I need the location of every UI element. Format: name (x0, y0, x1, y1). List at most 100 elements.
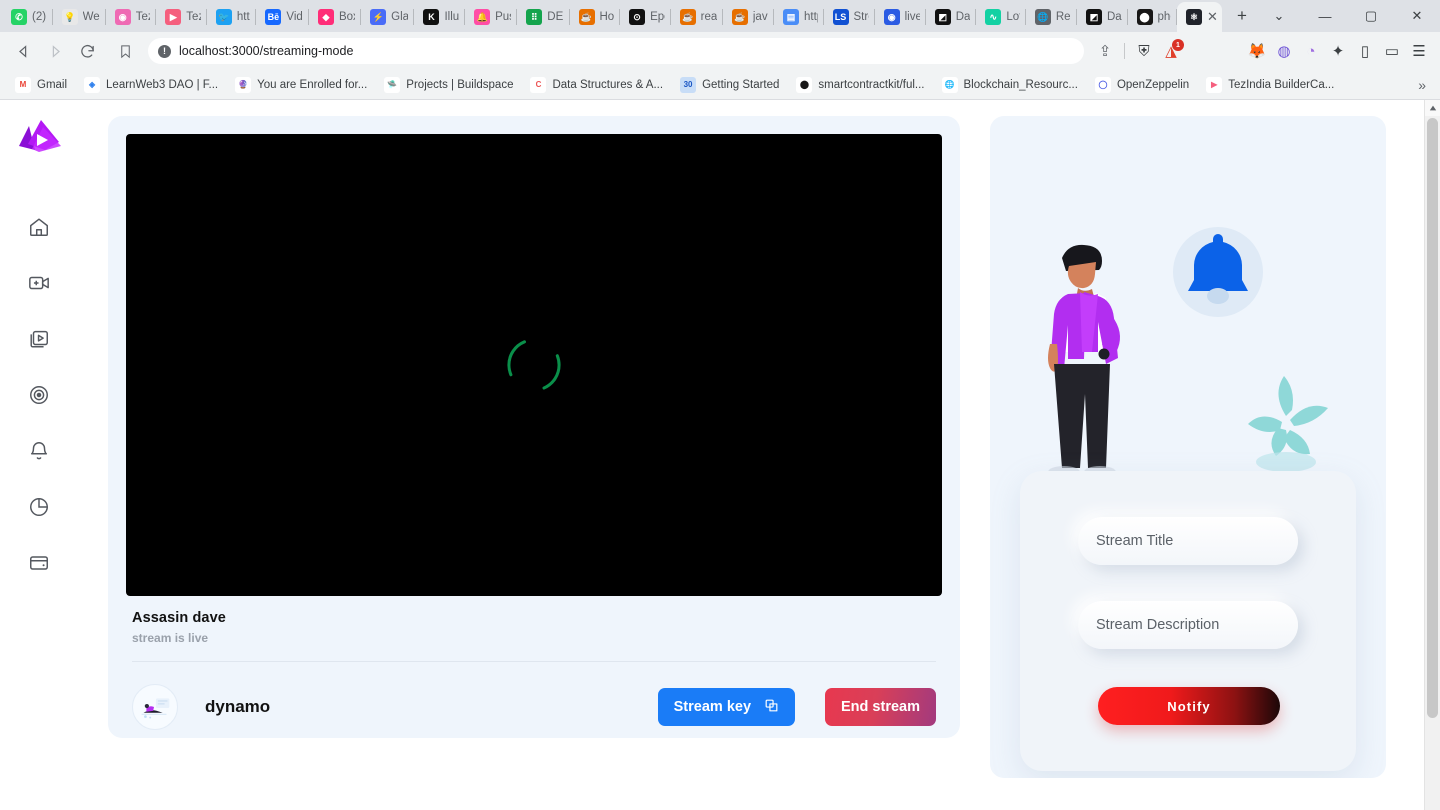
bookmark-item[interactable]: ⬤ smartcontractkit/ful... (789, 74, 931, 96)
browser-tab[interactable]: ☕ Hov (570, 2, 621, 32)
browser-tab[interactable]: ✆ (2) \ (2, 2, 53, 32)
browser-tab[interactable]: ⠿ DEL (517, 2, 570, 32)
sidebar-item-wallet[interactable] (18, 542, 60, 584)
avatar[interactable] (132, 684, 178, 730)
stream-status: stream is live (132, 631, 209, 645)
sidebar-item-analytics[interactable] (18, 486, 60, 528)
bookmark-item[interactable]: C Data Structures & A... (523, 74, 670, 96)
tab-label: Hov (599, 11, 615, 23)
tezos-icon: ◉ (114, 9, 131, 25)
browser-menu-icon[interactable]: ☰ (1406, 38, 1432, 64)
kofi-icon: K (423, 9, 440, 25)
brave-shield-icon[interactable]: ⛨ (1131, 38, 1157, 64)
browser-tab[interactable]: ☕ reac (671, 2, 723, 32)
globe-dark-icon: 🌐 (941, 76, 958, 93)
bookmark-this-page-icon[interactable] (110, 36, 140, 66)
bookmark-item[interactable]: 🛸 Projects | Buildspace (377, 74, 520, 96)
bookmark-item[interactable]: M Gmail (8, 74, 74, 96)
bookmark-label: Getting Started (702, 78, 780, 91)
back-button[interactable] (8, 36, 38, 66)
page-viewport: Assasin dave stream is live dynamo Strea… (0, 100, 1440, 810)
metamask-icon[interactable]: 🦊 (1244, 38, 1270, 64)
sidebar-toggle-icon[interactable]: ▯ (1352, 38, 1378, 64)
notify-button[interactable]: Notify (1098, 687, 1280, 725)
share-icon[interactable]: ⇪ (1092, 38, 1118, 64)
bell-pink-icon: 🔔 (474, 9, 491, 25)
bookmarks-overflow-button[interactable]: » (1412, 77, 1432, 93)
tab-label: http (236, 11, 250, 23)
browser-tab[interactable]: ◩ Das (926, 2, 977, 32)
browser-tab[interactable]: ⚡ Glas (361, 2, 415, 32)
browser-tab[interactable]: ◉ Tezl (106, 2, 157, 32)
stream-description-input[interactable] (1078, 601, 1298, 649)
close-window-button[interactable]: ✕ (1394, 0, 1440, 32)
new-tab-button[interactable]: + (1228, 2, 1256, 30)
browser-tab[interactable]: K Illus (414, 2, 465, 32)
bookmark-item[interactable]: ◯ OpenZeppelin (1088, 74, 1196, 96)
page-scrollbar[interactable] (1424, 100, 1440, 810)
bookmark-label: smartcontractkit/ful... (818, 78, 925, 91)
tab-label: Lott (1006, 11, 1020, 23)
bookmark-item[interactable]: 🌐 Blockchain_Resourc... (935, 74, 1085, 96)
udemy-icon: C (530, 76, 547, 93)
browser-tab[interactable]: ▶ Tezl (156, 2, 207, 32)
app-logo[interactable] (15, 116, 63, 164)
minimize-button[interactable]: — (1302, 0, 1348, 32)
sidebar-item-goals[interactable] (18, 374, 60, 416)
minimize-icon: — (1318, 8, 1332, 24)
stream-key-button[interactable]: Stream key (657, 688, 796, 726)
reload-button[interactable] (72, 36, 102, 66)
sidebar-item-go-live[interactable] (18, 262, 60, 304)
site-info-icon[interactable]: ! (158, 44, 171, 58)
browser-tab[interactable]: LS Stre (824, 2, 875, 32)
sidebar-item-notifications[interactable] (18, 430, 60, 472)
browser-tab-active[interactable]: ⚛ ✕ (1177, 2, 1223, 32)
end-stream-button[interactable]: End stream (825, 688, 936, 726)
browser-tab[interactable]: 🐦 http (207, 2, 257, 32)
extensions-puzzle-icon[interactable]: ✦ (1325, 38, 1351, 64)
bookmark-item[interactable]: ▶ TezIndia BuilderCa... (1199, 74, 1341, 96)
tab-search-button[interactable]: ⌄ (1256, 0, 1302, 32)
bookmarks-bar: M Gmail ◈ LearnWeb3 DAO | F... 🔮 You are Enro… (0, 70, 1440, 100)
scroll-up-button[interactable] (1424, 100, 1440, 116)
bookmark-item[interactable]: ◈ LearnWeb3 DAO | F... (77, 74, 225, 96)
stream-title-input[interactable] (1078, 517, 1298, 565)
browser-tab[interactable]: ◆ Boxi (309, 2, 362, 32)
buildspace-icon: 🛸 (384, 76, 401, 93)
localstack-icon: LS (832, 9, 849, 25)
extension-badge: 1 (1172, 39, 1184, 51)
extension-purple-icon[interactable]: ◔ (1298, 38, 1324, 64)
browser-tab[interactable]: ◩ Das (1077, 2, 1128, 32)
browser-tab[interactable]: 💡 Web (53, 2, 106, 32)
browser-tab[interactable]: 🌐 Rea (1026, 2, 1077, 32)
scrollbar-thumb[interactable] (1427, 118, 1438, 718)
video-player[interactable] (126, 134, 942, 596)
browser-tab[interactable]: ▤ http (774, 2, 824, 32)
address-bar[interactable]: ! localhost:3000/streaming-mode (148, 38, 1084, 64)
java-icon: ☕ (731, 9, 748, 25)
globe-icon: 🌐 (1034, 9, 1051, 25)
browser-tab[interactable]: ☕ java (723, 2, 775, 32)
toolbar-separator (1124, 43, 1125, 59)
bookmark-item[interactable]: 🔮 You are Enrolled for... (228, 74, 374, 96)
tab-label: DEL (547, 11, 564, 23)
browser-tab[interactable]: Bē Vide (256, 2, 309, 32)
maximize-button[interactable]: ▢ (1348, 0, 1394, 32)
tab-label: Illus (444, 11, 460, 23)
brave-rewards-icon[interactable]: ◮ 1 (1158, 38, 1184, 64)
sidebar-item-home[interactable] (18, 206, 60, 248)
sidebar-item-videos[interactable] (18, 318, 60, 360)
tab-close-icon[interactable]: ✕ (1207, 9, 1218, 25)
browser-tab[interactable]: 🔔 Pusl (465, 2, 518, 32)
wallet-icon[interactable]: ▭ (1379, 38, 1405, 64)
browser-tab[interactable]: ◉ live- (875, 2, 926, 32)
forward-button[interactable] (40, 36, 70, 66)
bookmark-item[interactable]: 30 Getting Started (673, 74, 786, 96)
crystal-ball-icon: 🔮 (235, 76, 252, 93)
phantom-icon[interactable]: ◍ (1271, 38, 1297, 64)
browser-tab[interactable]: ∿ Lott (976, 2, 1026, 32)
bookmark-label: Projects | Buildspace (406, 78, 514, 91)
browser-tab[interactable]: ⊙ Epo (620, 2, 671, 32)
browser-tab[interactable]: ⬤ pho (1128, 2, 1178, 32)
tab-label: Web (82, 11, 100, 23)
